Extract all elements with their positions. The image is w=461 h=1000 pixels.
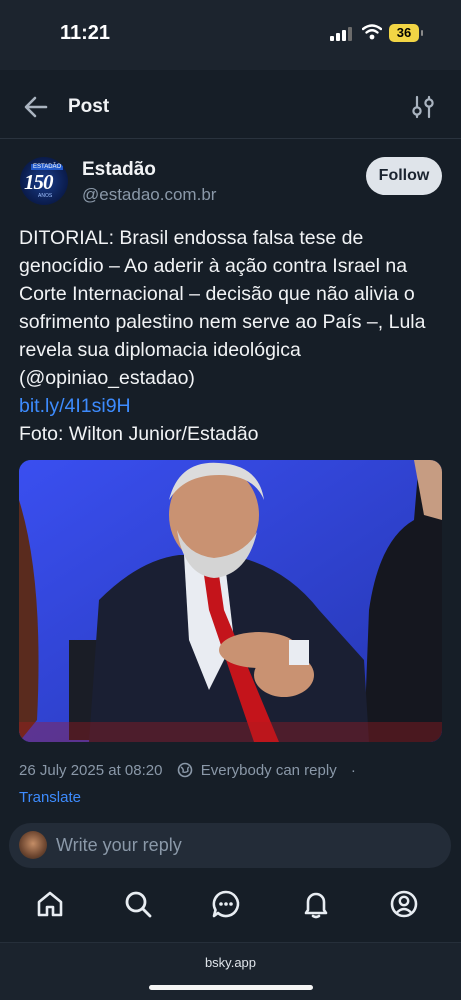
post-meta: 26 July 2025 at 08:20 Everybody can repl… (19, 762, 356, 779)
translate-link[interactable]: Translate (19, 789, 81, 806)
wifi-icon (362, 24, 382, 40)
sliders-icon[interactable] (410, 94, 436, 120)
status-bar: 11:21 36 (0, 0, 461, 70)
post-body: DITORIAL: Brasil endossa falsa tese de g… (19, 227, 426, 389)
post-link[interactable]: bit.ly/4I1si9H (19, 392, 443, 420)
follow-button[interactable]: Follow (366, 157, 442, 195)
bell-icon[interactable] (300, 888, 332, 920)
reply-placeholder: Write your reply (56, 835, 182, 855)
home-indicator[interactable] (149, 985, 313, 990)
author-avatar[interactable]: ESTADÃO 150 ANOS (20, 157, 68, 205)
author-name[interactable]: Estadão (82, 159, 156, 181)
reply-setting[interactable]: Everybody can reply (201, 762, 337, 779)
page-title: Post (68, 96, 110, 117)
author-handle[interactable]: @estadao.com.br (82, 185, 216, 205)
user-avatar (19, 831, 47, 859)
post-image[interactable] (19, 460, 442, 742)
post-image-illustration (19, 460, 442, 742)
home-icon[interactable] (34, 888, 66, 920)
avatar-years: ANOS (38, 193, 53, 199)
chat-icon[interactable] (210, 888, 242, 920)
post-text: DITORIAL: Brasil endossa falsa tese de g… (19, 224, 443, 448)
search-icon[interactable] (122, 888, 154, 920)
back-arrow-icon[interactable] (22, 94, 50, 120)
post-credit: Foto: Wilton Junior/Estadão (19, 423, 259, 445)
profile-icon[interactable] (388, 888, 420, 920)
browser-bar: bsky.app (0, 943, 461, 1000)
bottom-tab-bar (0, 882, 461, 943)
top-bar: Post (0, 76, 461, 139)
browser-url[interactable]: bsky.app (0, 955, 461, 970)
cellular-signal-icon (330, 27, 352, 41)
status-time: 11:21 (60, 22, 111, 44)
battery-icon: 36 (389, 24, 419, 42)
globe-icon (177, 762, 192, 778)
reply-composer[interactable]: Write your reply (9, 823, 451, 868)
battery-tip (421, 30, 423, 36)
avatar-number: 150 (24, 170, 53, 194)
meta-separator: · (350, 762, 356, 779)
post-timestamp: 26 July 2025 at 08:20 (19, 762, 163, 779)
